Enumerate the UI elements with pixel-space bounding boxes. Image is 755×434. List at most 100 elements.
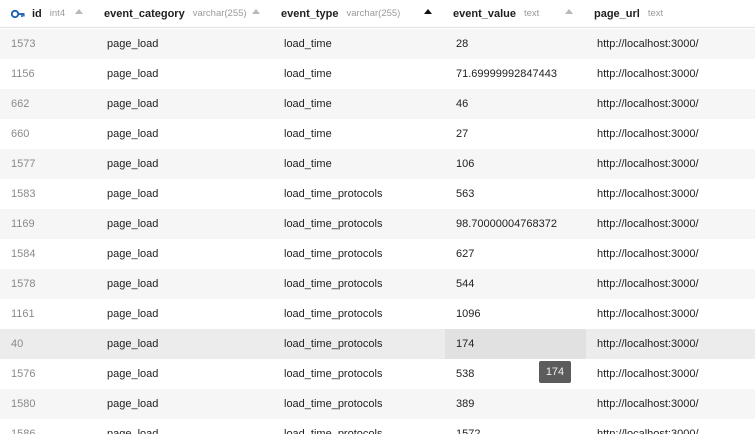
cell-event-category[interactable]: page_load	[107, 149, 267, 179]
sort-indicator-icon[interactable]	[252, 9, 260, 14]
cell-page-url[interactable]: http://localhost:3000/	[597, 359, 755, 389]
cell-page-url[interactable]: http://localhost:3000/	[597, 179, 755, 209]
table-row[interactable]: 1169 page_load load_time_protocols 98.70000…	[0, 209, 755, 239]
cell-event-type[interactable]: load_time	[284, 149, 444, 179]
cell-event-category[interactable]: page_load	[107, 299, 267, 329]
cell-event-value[interactable]: 98.70000004768372	[445, 209, 586, 239]
cell-page-url[interactable]: http://localhost:3000/	[597, 389, 755, 419]
table-row[interactable]: 660 page_load load_time 27 http://localhost:…	[0, 119, 755, 149]
table-row[interactable]: 40 page_load load_time_protocols 174 http://…	[0, 329, 755, 359]
cell-page-url[interactable]: http://localhost:3000/	[597, 119, 755, 149]
cell-event-type[interactable]: load_time_protocols	[284, 299, 444, 329]
cell-event-value[interactable]: 106	[445, 149, 586, 179]
cell-event-value[interactable]: 544	[445, 269, 586, 299]
cell-event-value[interactable]: 389	[445, 389, 586, 419]
table-row[interactable]: 1584 page_load load_time_protocols 627 http:…	[0, 239, 755, 269]
column-name: page_url	[594, 7, 640, 20]
cell-event-category[interactable]: page_load	[107, 329, 267, 359]
cell-event-type[interactable]: load_time	[284, 59, 444, 89]
cell-page-url[interactable]: http://localhost:3000/	[597, 29, 755, 59]
cell-event-value[interactable]: 46	[445, 89, 586, 119]
cell-event-category[interactable]: page_load	[107, 209, 267, 239]
cell-event-value[interactable]: 563	[445, 179, 586, 209]
cell-event-category[interactable]: page_load	[107, 29, 267, 59]
cell-event-type[interactable]: load_time_protocols	[284, 389, 444, 419]
sort-ascending-icon[interactable]	[424, 9, 432, 14]
cell-id[interactable]: 40	[11, 329, 91, 359]
cell-event-category[interactable]: page_load	[107, 239, 267, 269]
sort-indicator-icon[interactable]	[75, 9, 83, 14]
column-header-event-category[interactable]: event_category varchar(255)	[104, 0, 269, 27]
cell-page-url[interactable]: http://localhost:3000/	[597, 329, 755, 359]
primary-key-icon	[11, 9, 25, 19]
cell-id[interactable]: 1573	[11, 29, 91, 59]
cell-event-value[interactable]: 1096	[445, 299, 586, 329]
cell-event-type[interactable]: load_time_protocols	[284, 239, 444, 269]
cell-page-url[interactable]: http://localhost:3000/	[597, 419, 755, 434]
cell-event-type[interactable]: load_time	[284, 89, 444, 119]
cell-event-category[interactable]: page_load	[107, 419, 267, 434]
cell-id[interactable]: 1577	[11, 149, 91, 179]
table-row[interactable]: 1573 page_load load_time 28 http://localhost…	[0, 29, 755, 59]
cell-event-type[interactable]: load_time_protocols	[284, 209, 444, 239]
cell-event-category[interactable]: page_load	[107, 389, 267, 419]
cell-event-category[interactable]: page_load	[107, 269, 267, 299]
column-name: id	[32, 7, 42, 20]
cell-event-category[interactable]: page_load	[107, 119, 267, 149]
cell-event-type[interactable]: load_time_protocols	[284, 329, 444, 359]
cell-event-type[interactable]: load_time_protocols	[284, 179, 444, 209]
column-name: event_category	[104, 7, 185, 20]
cell-page-url[interactable]: http://localhost:3000/	[597, 209, 755, 239]
data-grid: id int4 event_category varchar(255) even…	[0, 0, 755, 434]
table-row[interactable]: 1156 page_load load_time 71.69999992847443 h…	[0, 59, 755, 89]
table-row[interactable]: 1580 page_load load_time_protocols 389 http:…	[0, 389, 755, 419]
cell-page-url[interactable]: http://localhost:3000/	[597, 89, 755, 119]
cell-event-type[interactable]: load_time_protocols	[284, 419, 444, 434]
table-row[interactable]: 1161 page_load load_time_protocols 1096 http…	[0, 299, 755, 329]
cell-id[interactable]: 1580	[11, 389, 91, 419]
table-row[interactable]: 662 page_load load_time 46 http://localhost:…	[0, 89, 755, 119]
cell-page-url[interactable]: http://localhost:3000/	[597, 239, 755, 269]
cell-event-value[interactable]: 1572	[445, 419, 586, 434]
table-row[interactable]: 1586 page_load load_time_protocols 1572 http…	[0, 419, 755, 434]
cell-id[interactable]: 660	[11, 119, 91, 149]
cell-id[interactable]: 1584	[11, 239, 91, 269]
cell-event-category[interactable]: page_load	[107, 59, 267, 89]
cell-id[interactable]: 1583	[11, 179, 91, 209]
column-header-event-type[interactable]: event_type varchar(255)	[281, 0, 441, 27]
cell-page-url[interactable]: http://localhost:3000/	[597, 269, 755, 299]
table-row[interactable]: 1583 page_load load_time_protocols 563 http:…	[0, 179, 755, 209]
column-header-page-url[interactable]: page_url text	[594, 0, 755, 27]
cell-event-value[interactable]: 71.69999992847443	[445, 59, 586, 89]
cell-id[interactable]: 1586	[11, 419, 91, 434]
cell-page-url[interactable]: http://localhost:3000/	[597, 149, 755, 179]
cell-event-category[interactable]: page_load	[107, 89, 267, 119]
cell-event-category[interactable]: page_load	[107, 179, 267, 209]
column-name: event_value	[453, 7, 516, 20]
cell-event-type[interactable]: load_time	[284, 119, 444, 149]
cell-event-value[interactable]: 27	[445, 119, 586, 149]
cell-id[interactable]: 1578	[11, 269, 91, 299]
column-header-id[interactable]: id int4	[11, 0, 101, 27]
cell-page-url[interactable]: http://localhost:3000/	[597, 299, 755, 329]
cell-id[interactable]: 1161	[11, 299, 91, 329]
cell-event-category[interactable]: page_load	[107, 359, 267, 389]
column-name: event_type	[281, 7, 339, 20]
table-row[interactable]: 1576 page_load load_time_protocols 538 http:…	[0, 359, 755, 389]
cell-event-type[interactable]: load_time_protocols	[284, 359, 444, 389]
cell-id[interactable]: 1156	[11, 59, 91, 89]
cell-id[interactable]: 1169	[11, 209, 91, 239]
sort-indicator-icon[interactable]	[565, 9, 573, 14]
column-type: int4	[49, 8, 66, 19]
cell-id[interactable]: 1576	[11, 359, 91, 389]
cell-event-type[interactable]: load_time_protocols	[284, 269, 444, 299]
cell-event-value[interactable]: 28	[445, 29, 586, 59]
cell-event-value[interactable]: 174	[445, 329, 586, 359]
column-header-event-value[interactable]: event_value text	[453, 0, 583, 27]
table-row[interactable]: 1578 page_load load_time_protocols 544 http:…	[0, 269, 755, 299]
cell-event-type[interactable]: load_time	[284, 29, 444, 59]
cell-page-url[interactable]: http://localhost:3000/	[597, 59, 755, 89]
table-row[interactable]: 1577 page_load load_time 106 http://localhos…	[0, 149, 755, 179]
cell-event-value[interactable]: 627	[445, 239, 586, 269]
cell-id[interactable]: 662	[11, 89, 91, 119]
